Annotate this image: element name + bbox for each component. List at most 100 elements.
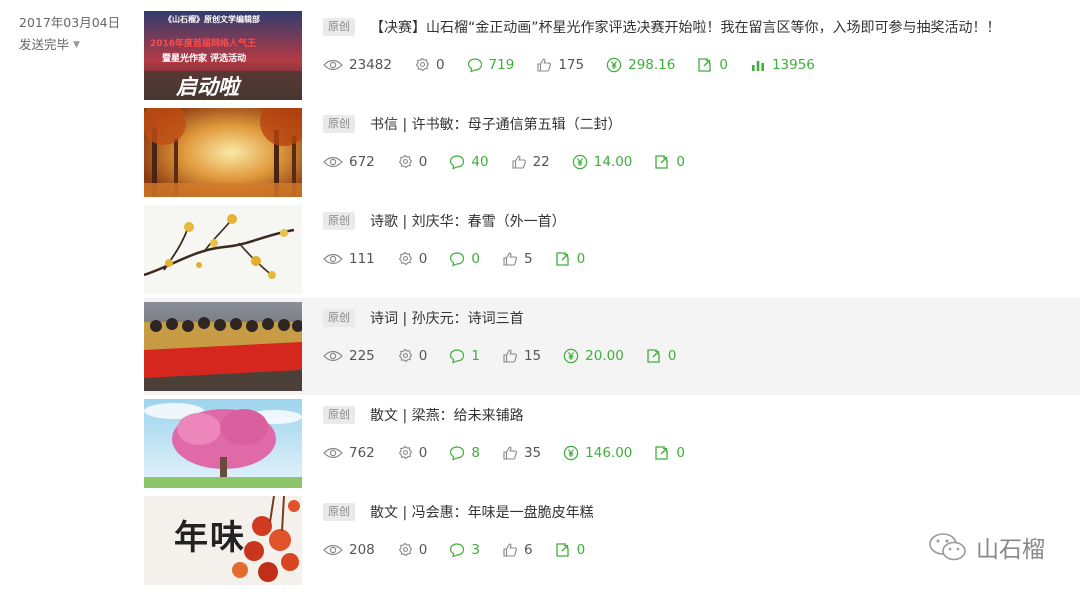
article-row[interactable]: 原创 散文 | 梁燕：给未来铺路 762 0 8 35 146.00 0 (144, 395, 1080, 492)
article-stats: 762 0 8 35 146.00 0 (323, 442, 1080, 464)
like-count-value: 175 (558, 57, 585, 73)
read-count-value: 13956 (771, 57, 815, 73)
view-count-value: 111 (349, 251, 375, 267)
view-count: 208 (323, 542, 375, 558)
thumb-caption: 暨星光作家 评选活动 (162, 54, 247, 64)
forward-icon (655, 446, 669, 460)
article-thumbnail[interactable] (144, 399, 302, 488)
thumb-caption: 启动啦 (176, 74, 239, 99)
settings-icon (398, 542, 413, 557)
comment-count[interactable]: 719 (467, 57, 515, 73)
view-count-value: 672 (349, 154, 375, 170)
like-count: 15 (502, 348, 541, 364)
share-count: 0 (397, 542, 427, 558)
forward-count[interactable]: 0 (646, 348, 676, 364)
comment-icon (450, 446, 465, 461)
send-date: 2017年03月04日 (19, 15, 121, 30)
watermark: 山石榴 (928, 530, 1045, 564)
article-title[interactable]: 散文 | 梁燕：给未来铺路 (370, 405, 524, 425)
article-title-line: 原创 【决赛】山石榴“金正动画”杯星光作家评选决赛开始啦！我在留言区等你，入场即… (323, 16, 1080, 38)
comment-count[interactable]: 8 (449, 445, 480, 461)
thumbs-up-icon (537, 58, 552, 72)
comment-count[interactable]: 0 (449, 251, 480, 267)
article-title[interactable]: 诗歌 | 刘庆华：春雪（外一首） (370, 211, 566, 231)
read-count[interactable]: 13956 (750, 57, 815, 73)
reward-amount-value: 298.16 (628, 57, 676, 73)
article-thumbnail[interactable] (144, 302, 302, 391)
article-title-line: 原创 诗词 | 孙庆元：诗词三首 (323, 307, 1080, 329)
reward-amount[interactable]: 20.00 (563, 348, 624, 364)
forward-count-value: 0 (719, 57, 728, 73)
reward-amount[interactable]: 14.00 (572, 154, 633, 170)
chevron-down-icon[interactable]: ▼ (73, 34, 80, 56)
article-title[interactable]: 诗词 | 孙庆元：诗词三首 (370, 308, 524, 328)
settings-icon (398, 154, 413, 169)
forward-count[interactable]: 0 (654, 154, 685, 170)
settings-icon (415, 57, 430, 72)
forward-count[interactable]: 0 (555, 251, 585, 267)
view-count: 672 (323, 154, 375, 170)
eye-icon (323, 350, 343, 362)
article-title[interactable]: 【决赛】山石榴“金正动画”杯星光作家评选决赛开始啦！我在留言区等你，入场即可参与… (370, 17, 1001, 37)
eye-icon (323, 59, 343, 71)
share-count: 0 (414, 57, 445, 73)
yuan-icon (563, 445, 579, 461)
watermark-label: 山石榴 (976, 537, 1045, 563)
settings-icon (398, 251, 413, 266)
article-stats: 672 0 40 22 14.00 0 (323, 151, 1080, 173)
share-count-value: 0 (418, 154, 428, 170)
article-title[interactable]: 书信 | 许书敏：母子通信第五辑（二封） (370, 114, 622, 134)
article-info: 原创 诗歌 | 刘庆华：春雪（外一首） 111 0 0 5 0 (302, 201, 1080, 298)
reward-amount-value: 14.00 (593, 154, 633, 170)
send-status-label: 发送完毕 (19, 37, 70, 52)
comment-count-value: 719 (488, 57, 515, 73)
comment-count[interactable]: 40 (449, 154, 489, 170)
send-status[interactable]: 发送完毕 ▼ (19, 34, 120, 56)
like-count-value: 5 (523, 251, 533, 267)
article-stats: 23482 0 719 175 298.16 0 13956 (323, 54, 1080, 76)
article-thumbnail[interactable] (144, 205, 302, 294)
original-badge: 原创 (323, 406, 355, 424)
view-count-value: 225 (349, 348, 375, 364)
forward-count[interactable]: 0 (555, 542, 586, 558)
view-count: 762 (323, 445, 375, 461)
comment-icon (450, 155, 465, 170)
share-count-value: 0 (435, 57, 445, 73)
eye-icon (323, 447, 343, 459)
forward-icon (555, 252, 569, 266)
share-count: 0 (397, 154, 428, 170)
share-count: 0 (397, 348, 427, 364)
article-title-line: 原创 书信 | 许书敏：母子通信第五辑（二封） (323, 113, 1080, 135)
forward-count-value: 0 (576, 542, 586, 558)
forward-count[interactable]: 0 (654, 445, 685, 461)
original-badge: 原创 (323, 503, 355, 521)
view-count-value: 762 (349, 445, 375, 461)
comment-count[interactable]: 1 (449, 348, 480, 364)
forward-count[interactable]: 0 (697, 57, 728, 73)
article-title[interactable]: 散文 | 冯会惠：年味是一盘脆皮年糕 (370, 502, 594, 522)
original-badge: 原创 (323, 309, 355, 327)
article-row[interactable]: 原创 诗歌 | 刘庆华：春雪（外一首） 111 0 0 5 0 (144, 201, 1080, 298)
comment-count-value: 40 (471, 154, 489, 170)
article-thumbnail[interactable]: 年味 (144, 496, 302, 585)
article-row[interactable]: 《山石榴》原创文学编辑部 2016年度首届网络人气王 暨星光作家 评选活动 启动… (144, 7, 1080, 104)
article-info: 原创 散文 | 梁燕：给未来铺路 762 0 8 35 146.00 0 (302, 395, 1080, 492)
yuan-icon (563, 348, 579, 364)
wechat-icon (929, 533, 966, 561)
comment-count[interactable]: 3 (449, 542, 480, 558)
article-row[interactable]: 原创 诗词 | 孙庆元：诗词三首 225 0 1 15 20.00 0 (144, 298, 1080, 395)
reward-amount[interactable]: 298.16 (606, 57, 675, 73)
comment-icon (450, 252, 465, 267)
article-thumbnail[interactable] (144, 108, 302, 197)
like-count: 22 (511, 154, 550, 170)
yuan-icon (572, 154, 587, 170)
share-count: 0 (397, 251, 427, 267)
share-count-value: 0 (418, 445, 428, 461)
article-thumbnail[interactable]: 《山石榴》原创文学编辑部 2016年度首届网络人气王 暨星光作家 评选活动 启动… (144, 11, 302, 100)
article-row[interactable]: 原创 书信 | 许书敏：母子通信第五辑（二封） 672 0 40 22 14.0… (144, 104, 1080, 201)
original-badge: 原创 (323, 18, 355, 36)
reward-amount-value: 146.00 (585, 445, 633, 461)
like-count: 175 (536, 57, 584, 73)
view-count-value: 23482 (349, 57, 392, 73)
reward-amount[interactable]: 146.00 (563, 445, 632, 461)
